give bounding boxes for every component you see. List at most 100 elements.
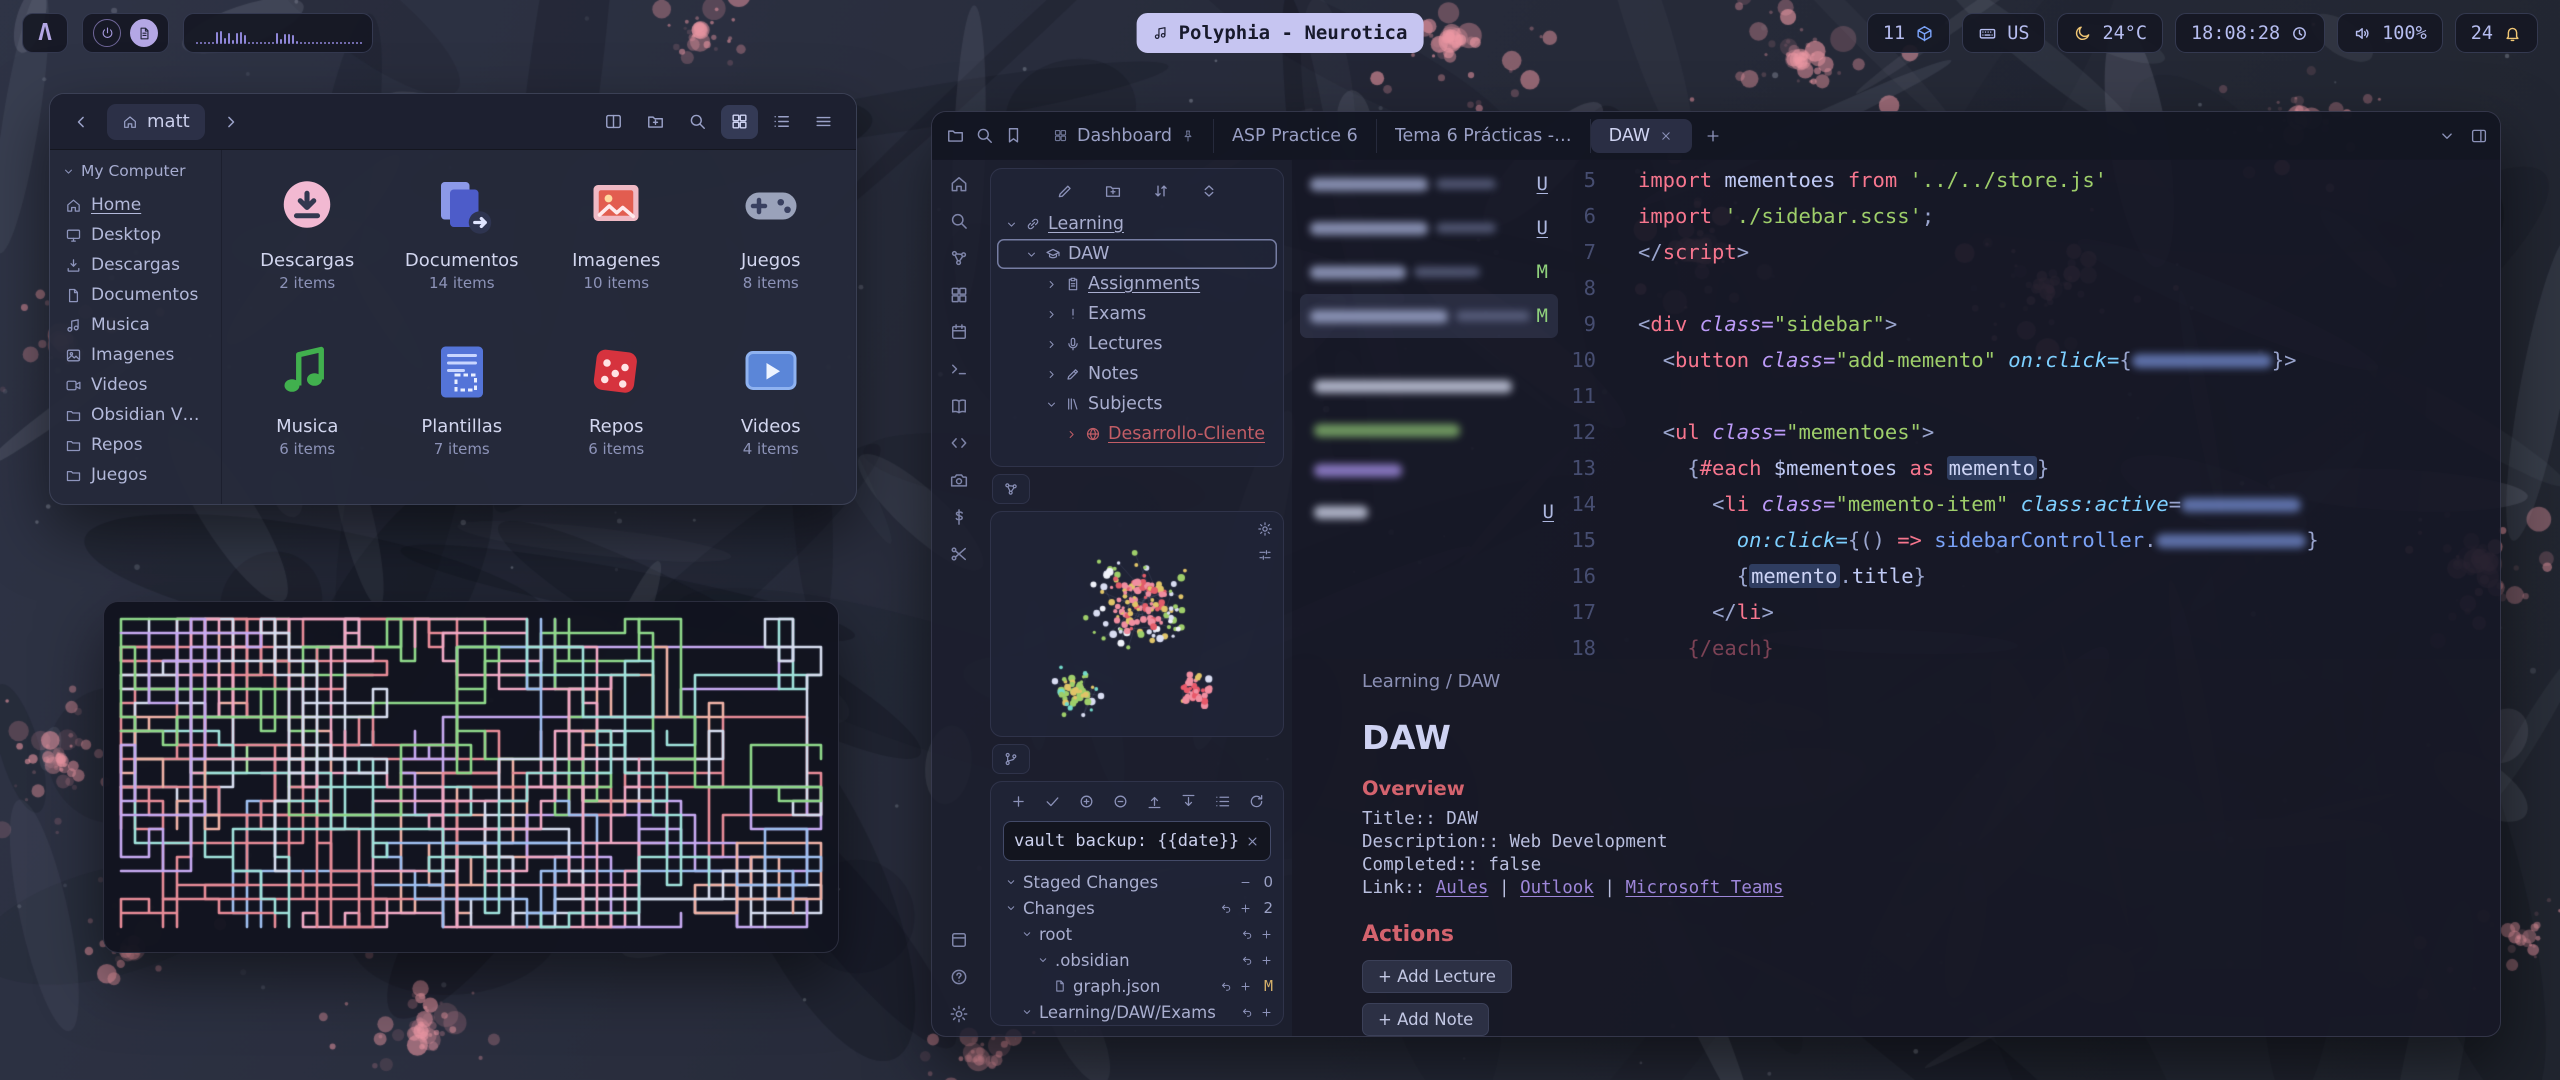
plus-action-icon[interactable] — [1260, 1006, 1273, 1019]
plus-action-icon[interactable] — [1239, 980, 1252, 993]
tab-dashboard[interactable]: Dashboard — [1035, 119, 1214, 153]
note-breadcrumb[interactable]: Learning / DAW — [1362, 671, 2460, 692]
open-editor-item[interactable]: U — [1300, 162, 1558, 206]
new-folder-button[interactable] — [637, 105, 674, 139]
undo-action-icon[interactable] — [1241, 928, 1254, 941]
split-view-button[interactable] — [595, 105, 632, 139]
sidebar-section-title[interactable]: My Computer — [58, 160, 213, 190]
open-editor-item[interactable]: M — [1300, 294, 1558, 338]
ribbon-terminal[interactable] — [949, 359, 969, 379]
undo-action-icon[interactable] — [1220, 902, 1233, 915]
graph-filter-button[interactable] — [1257, 547, 1273, 563]
git-row-staged-changes[interactable]: Staged Changes0 — [1001, 869, 1273, 895]
refresh-button[interactable] — [1248, 793, 1265, 810]
collapse-all-button[interactable] — [1200, 182, 1218, 200]
undo-action-icon[interactable] — [1220, 980, 1233, 993]
sidebar-item-juegos[interactable]: Juegos — [58, 460, 213, 490]
ribbon-cut[interactable] — [949, 544, 969, 564]
add-lecture-button[interactable]: + Add Lecture — [1362, 960, 1512, 993]
menu-button[interactable] — [805, 105, 842, 139]
ribbon-graph-view[interactable] — [949, 248, 969, 268]
folder-juegos[interactable]: Juegos8 items — [694, 162, 849, 328]
forward-button[interactable] — [214, 105, 248, 139]
notifications-widget[interactable]: 24 — [2455, 13, 2538, 53]
search-button[interactable] — [679, 105, 716, 139]
git-row-graph-json[interactable]: graph.jsonM — [1001, 973, 1273, 999]
commit-button[interactable] — [1044, 793, 1061, 810]
folder-documentos[interactable]: Documentos14 items — [385, 162, 540, 328]
grid-view-button[interactable] — [721, 105, 758, 139]
backup-button[interactable] — [1010, 793, 1027, 810]
graph-panel-tab[interactable] — [992, 474, 1030, 504]
folder-plantillas[interactable]: Plantillas7 items — [385, 328, 540, 494]
git-panel-tab[interactable] — [992, 744, 1030, 774]
new-folder-button[interactable] — [1104, 182, 1122, 200]
tree-item-subjects[interactable]: Subjects — [997, 389, 1277, 419]
open-editor-item[interactable]: U — [1300, 206, 1558, 250]
ribbon-reading[interactable] — [949, 396, 969, 416]
keyboard-layout-widget[interactable]: US — [1962, 13, 2045, 53]
sidebar-item-documentos[interactable]: Documentos — [58, 280, 213, 310]
tree-item-desarrollo-cliente[interactable]: Desarrollo-Cliente — [997, 419, 1277, 449]
sidebar-item-imagenes[interactable]: Imagenes — [58, 340, 213, 370]
graph-settings-button[interactable] — [1257, 521, 1273, 537]
tree-item-assignments[interactable]: Assignments — [997, 269, 1277, 299]
undo-action-icon[interactable] — [1241, 1006, 1254, 1019]
ribbon-vault[interactable] — [949, 174, 969, 194]
push-button[interactable] — [1146, 793, 1163, 810]
tree-item-notes[interactable]: Notes — [997, 359, 1277, 389]
volume-widget[interactable]: 100% — [2337, 13, 2443, 53]
plus-action-icon[interactable] — [1260, 954, 1273, 967]
sidebar-item-desktop[interactable]: Desktop — [58, 220, 213, 250]
add-note-button[interactable]: + Add Note — [1362, 1003, 1489, 1036]
list-view-button[interactable] — [763, 105, 800, 139]
ribbon-help[interactable] — [949, 967, 969, 987]
folder-descargas[interactable]: Descargas2 items — [230, 162, 385, 328]
tab-tema-6-prácticas[interactable]: Tema 6 Prácticas -… — [1377, 119, 1591, 153]
tree-item-exams[interactable]: Exams — [997, 299, 1277, 329]
bookmarks-button[interactable] — [1004, 126, 1023, 145]
new-note-button[interactable] — [1056, 182, 1074, 200]
toggle-sidebar-button[interactable] — [946, 126, 965, 145]
ribbon-developer[interactable] — [949, 433, 969, 453]
clock-widget[interactable]: 18:08:28 — [2175, 13, 2325, 53]
tab-list-button[interactable] — [2438, 127, 2456, 145]
commit-message-input[interactable] — [1014, 831, 1245, 851]
plus-action-icon[interactable] — [1239, 902, 1252, 915]
ribbon-canvas[interactable] — [949, 285, 969, 305]
unstage-all-button[interactable] — [1112, 793, 1129, 810]
tab-daw[interactable]: DAW — [1591, 119, 1693, 153]
code-editor-region[interactable]: UUMMU 5import mementoes from '../../stor… — [1292, 160, 2500, 659]
ribbon-camera[interactable] — [949, 470, 969, 490]
ribbon-calendar[interactable] — [949, 322, 969, 342]
sidebar-item-descargas[interactable]: Descargas — [58, 250, 213, 280]
media-widget[interactable]: Polyphia - Neurotica — [1137, 13, 1424, 53]
folder-repos[interactable]: Repos6 items — [539, 328, 694, 494]
tree-item-learning[interactable]: Learning — [997, 209, 1277, 239]
back-button[interactable] — [64, 105, 98, 139]
git-row-changes[interactable]: Changes2 — [1001, 895, 1273, 921]
tab-asp-practice-6[interactable]: ASP Practice 6 — [1214, 119, 1377, 153]
launcher-button[interactable]: Λ — [22, 13, 68, 53]
stage-all-button[interactable] — [1078, 793, 1095, 810]
ribbon-settings[interactable] — [949, 1004, 969, 1024]
quick-switcher-button[interactable] — [975, 126, 994, 145]
updates-widget[interactable]: 11 — [1867, 13, 1950, 53]
tree-item-daw[interactable]: DAW — [997, 239, 1277, 269]
ribbon-random-note[interactable] — [949, 507, 969, 527]
breadcrumb[interactable]: matt — [107, 104, 205, 140]
undo-action-icon[interactable] — [1241, 954, 1254, 967]
clear-message-icon[interactable] — [1245, 834, 1260, 849]
sidebar-item-repos[interactable]: Repos — [58, 430, 213, 460]
weather-widget[interactable]: 24°C — [2057, 13, 2163, 53]
sidebar-item-home[interactable]: Home — [58, 190, 213, 220]
link-microsoft-teams[interactable]: Microsoft Teams — [1625, 878, 1783, 898]
folder-imagenes[interactable]: Imagenes10 items — [539, 162, 694, 328]
git-row-root[interactable]: root — [1001, 921, 1273, 947]
folder-videos[interactable]: Videos4 items — [694, 328, 849, 494]
change-list-button[interactable] — [1214, 793, 1231, 810]
link-outlook[interactable]: Outlook — [1520, 878, 1594, 898]
git-row-obsidian[interactable]: .obsidian — [1001, 947, 1273, 973]
new-tab-button[interactable] — [1704, 127, 1722, 145]
notes-button[interactable] — [130, 19, 158, 47]
